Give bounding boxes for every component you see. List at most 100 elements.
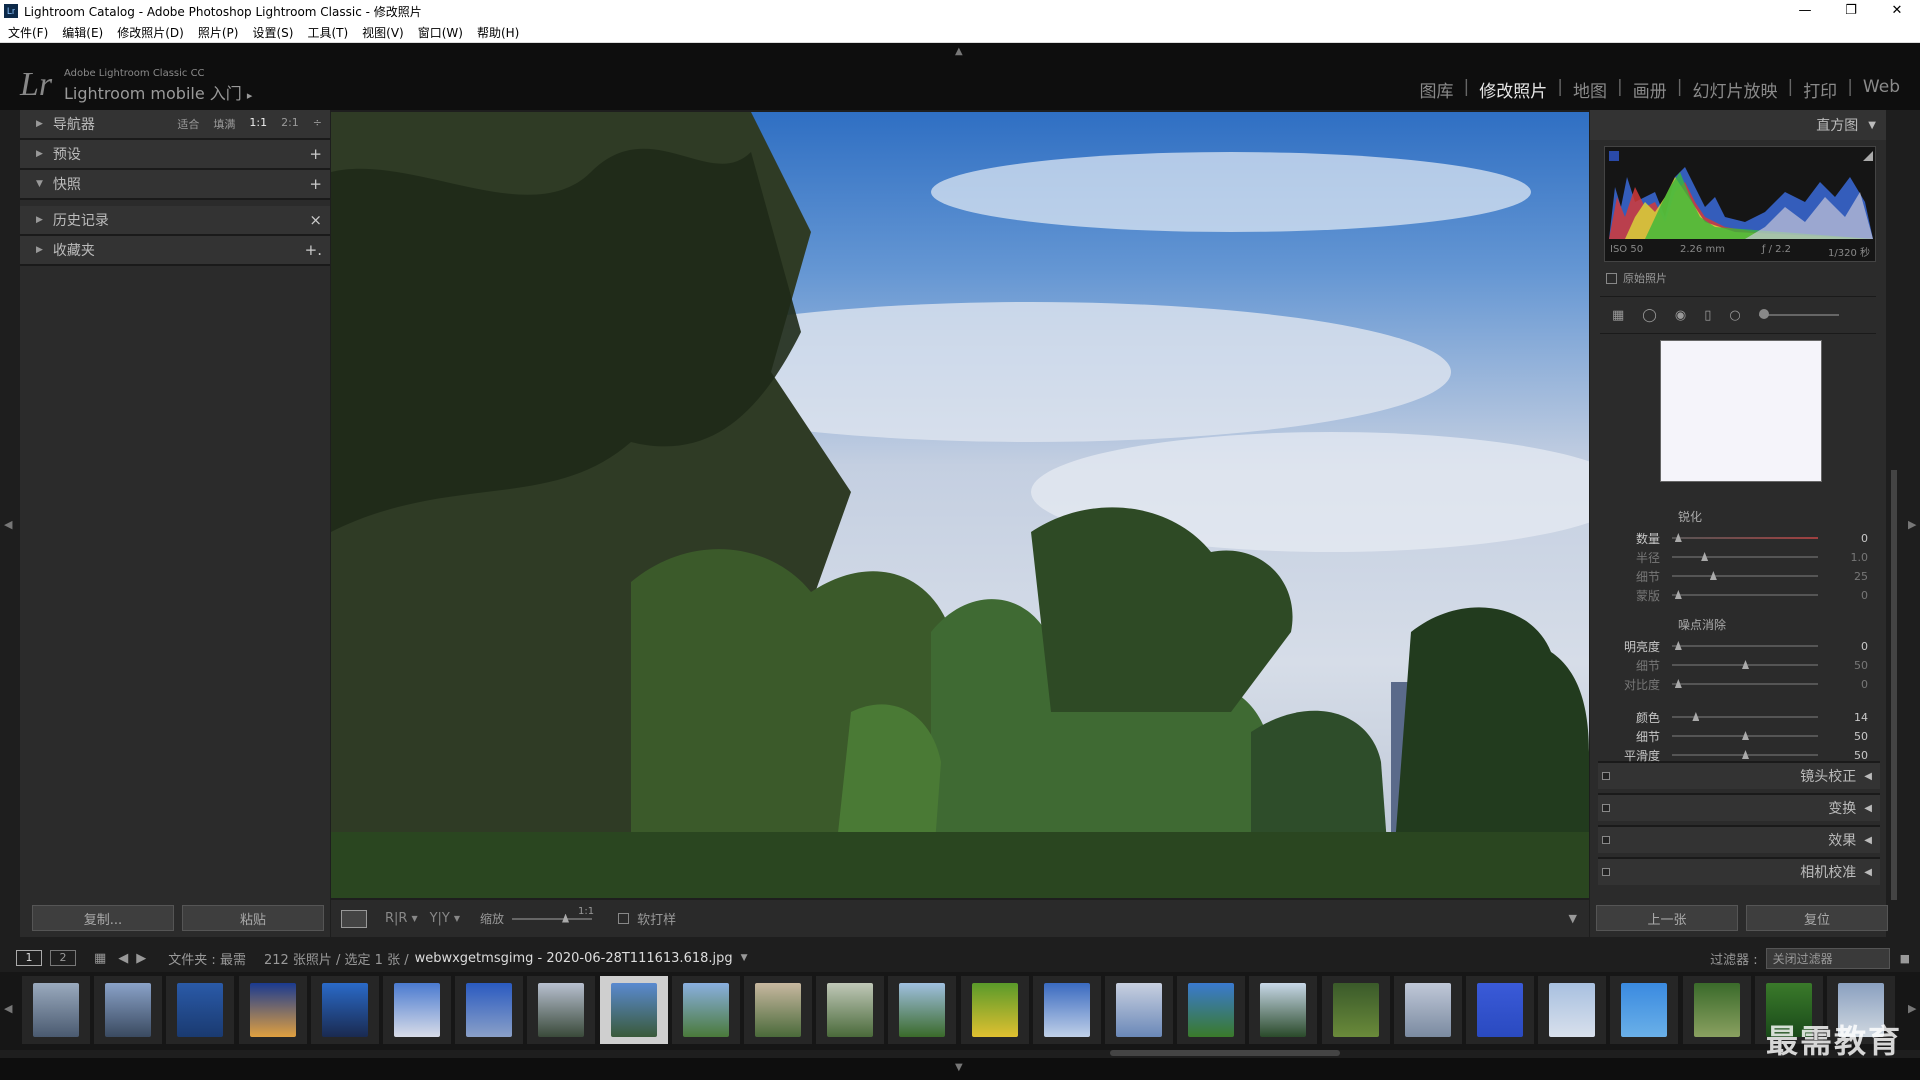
menu-view[interactable]: 视图(V) <box>362 24 404 41</box>
before-after-icon[interactable]: R|R <box>385 911 407 926</box>
module-print[interactable]: 打印 <box>1793 77 1847 102</box>
slider-row[interactable]: 细节 50 <box>1590 657 1886 673</box>
filmstrip-thumbnail[interactable] <box>238 976 307 1044</box>
filmstrip-thumbnail[interactable] <box>383 976 451 1044</box>
filmstrip-thumbnail[interactable] <box>1249 976 1318 1044</box>
back-arrow-icon[interactable]: ◀ <box>118 951 128 966</box>
slider-knob[interactable] <box>1674 533 1682 542</box>
minimize-button[interactable]: — <box>1782 0 1828 22</box>
filmstrip-thumbnail[interactable] <box>960 976 1029 1044</box>
slider-row[interactable]: 细节 50 <box>1590 728 1886 744</box>
slider-track[interactable] <box>1672 731 1818 740</box>
panel-switch-icon[interactable] <box>1602 772 1610 780</box>
slider-value[interactable]: 0 <box>1818 640 1868 653</box>
menu-help[interactable]: 帮助(H) <box>477 24 519 41</box>
filmstrip-thumbnail[interactable] <box>310 976 379 1044</box>
source-menu-icon[interactable]: ▼ <box>741 953 748 963</box>
folder-source[interactable]: 文件夹 : 最需 <box>168 949 246 968</box>
slider-value[interactable]: 0 <box>1818 678 1868 691</box>
filmstrip-thumbnail[interactable] <box>1177 976 1246 1044</box>
add-snapshot-icon[interactable]: + <box>309 175 322 193</box>
slider-value[interactable]: 14 <box>1818 711 1868 724</box>
before-after-menu-icon[interactable]: ▼ <box>411 914 417 923</box>
slider-row[interactable]: 明亮度 0 <box>1590 638 1886 654</box>
slider-value[interactable]: 1.0 <box>1818 551 1869 564</box>
filmstrip-thumbnail[interactable] <box>1682 976 1751 1044</box>
forward-arrow-icon[interactable]: ▶ <box>136 951 146 966</box>
slider-track[interactable] <box>1672 590 1818 599</box>
toolbar-menu-icon[interactable]: ▼ <box>1569 912 1577 925</box>
module-book[interactable]: 画册 <box>1623 77 1677 102</box>
second-window-button[interactable]: 2 <box>50 950 76 966</box>
menu-photo[interactable]: 照片(P) <box>198 24 239 41</box>
filter-select[interactable]: 关闭过滤器 <box>1765 947 1890 969</box>
filmstrip-thumbnail[interactable] <box>1393 976 1462 1044</box>
bottom-panel-toggle-icon[interactable]: ▼ <box>955 1062 963 1073</box>
original-photo-toggle[interactable]: 原始照片 <box>1606 270 1667 286</box>
slider-row[interactable]: 蒙版 0 <box>1590 587 1886 603</box>
filmstrip-scroll-left-icon[interactable]: ◀ <box>4 1002 12 1015</box>
current-filename[interactable]: webwxgetmsgimg - 2020-06-28T111613.618.j… <box>415 951 733 966</box>
graduated-filter-icon[interactable]: ▯ <box>1704 308 1711 323</box>
yy-view-menu-icon[interactable]: ▼ <box>454 914 460 923</box>
original-photo-checkbox[interactable] <box>1606 272 1617 284</box>
panel-switch-icon[interactable] <box>1602 804 1610 812</box>
slider-knob[interactable] <box>1674 641 1682 650</box>
slider-row[interactable]: 平滑度 50 <box>1590 747 1886 763</box>
menu-window[interactable]: 窗口(W) <box>418 24 463 41</box>
menu-file[interactable]: 文件(F) <box>8 24 48 41</box>
panel-switch-icon[interactable] <box>1602 836 1610 844</box>
module-web[interactable]: Web <box>1853 77 1910 102</box>
presets-header[interactable]: ▶ 预设 + <box>20 140 330 170</box>
module-develop[interactable]: 修改照片 <box>1469 77 1557 102</box>
add-preset-icon[interactable]: + <box>309 145 322 163</box>
redeye-icon[interactable]: ◉ <box>1675 308 1686 323</box>
close-button[interactable]: ✕ <box>1874 0 1920 22</box>
filmstrip-thumbnail[interactable] <box>1032 976 1101 1044</box>
loupe-view-icon[interactable] <box>341 909 367 928</box>
filmstrip-thumbnail[interactable] <box>1321 976 1390 1044</box>
slider-value[interactable]: 50 <box>1818 749 1868 762</box>
zoom-fit[interactable]: 适合 <box>177 116 199 132</box>
histogram-header[interactable]: 直方图 ▼ <box>1590 110 1886 140</box>
transform-header[interactable]: 变换 ◀ <box>1598 793 1880 821</box>
crop-grid-icon[interactable]: ▦ <box>1612 308 1624 323</box>
slider-value[interactable]: 25 <box>1818 570 1868 583</box>
slider-row[interactable]: 细节 25 <box>1590 568 1886 584</box>
filmstrip-thumbnail[interactable] <box>744 976 812 1044</box>
filmstrip-scrollbar[interactable] <box>1110 1050 1340 1056</box>
navigator-header[interactable]: ▶ 导航器 适合 填满 1:1 2:1 ÷ <box>20 110 330 140</box>
zoom-fill[interactable]: 填满 <box>213 116 235 132</box>
zoom-slider-knob[interactable] <box>562 913 570 923</box>
module-map[interactable]: 地图 <box>1563 77 1617 102</box>
slider-knob[interactable] <box>1742 660 1749 669</box>
menu-edit[interactable]: 编辑(E) <box>62 24 103 41</box>
zoom-spinner-icon[interactable]: ÷ <box>313 116 322 132</box>
slider-knob[interactable] <box>1742 731 1749 740</box>
collections-header[interactable]: ▶ 收藏夹 +. <box>20 236 330 266</box>
slider-row[interactable]: 对比度 0 <box>1590 676 1886 692</box>
menu-develop[interactable]: 修改照片(D) <box>117 24 184 41</box>
copy-button[interactable]: 复制... <box>32 905 174 931</box>
filmstrip-thumbnail[interactable] <box>888 976 957 1044</box>
right-panel-toggle-icon[interactable]: ▶ <box>1908 518 1916 531</box>
camera-calibration-header[interactable]: 相机校准 ◀ <box>1598 857 1880 885</box>
slider-track[interactable] <box>1672 679 1818 688</box>
module-slideshow[interactable]: 幻灯片放映 <box>1682 77 1787 102</box>
slider-value[interactable]: 50 <box>1818 659 1868 672</box>
clear-history-icon[interactable]: × <box>309 211 322 229</box>
right-panel-scrollbar[interactable] <box>1891 470 1897 900</box>
zoom-slider[interactable] <box>512 913 593 923</box>
filmstrip-thumbnail[interactable] <box>1105 976 1173 1044</box>
slider-row[interactable]: 颜色 14 <box>1590 709 1886 725</box>
slider-track[interactable] <box>1672 712 1818 721</box>
slider-track[interactable] <box>1672 533 1818 542</box>
slider-knob[interactable] <box>1742 750 1749 759</box>
shadow-clipping-indicator[interactable] <box>1609 151 1619 161</box>
grid-view-icon[interactable]: ▦ <box>94 951 106 966</box>
softproof-checkbox[interactable] <box>618 913 630 924</box>
mobile-link[interactable]: Lightroom mobile 入门 ▸ <box>64 80 252 104</box>
top-panel-toggle-icon[interactable]: ▲ <box>955 46 963 57</box>
slider-knob[interactable] <box>1709 571 1717 580</box>
slider-knob[interactable] <box>1692 712 1700 721</box>
